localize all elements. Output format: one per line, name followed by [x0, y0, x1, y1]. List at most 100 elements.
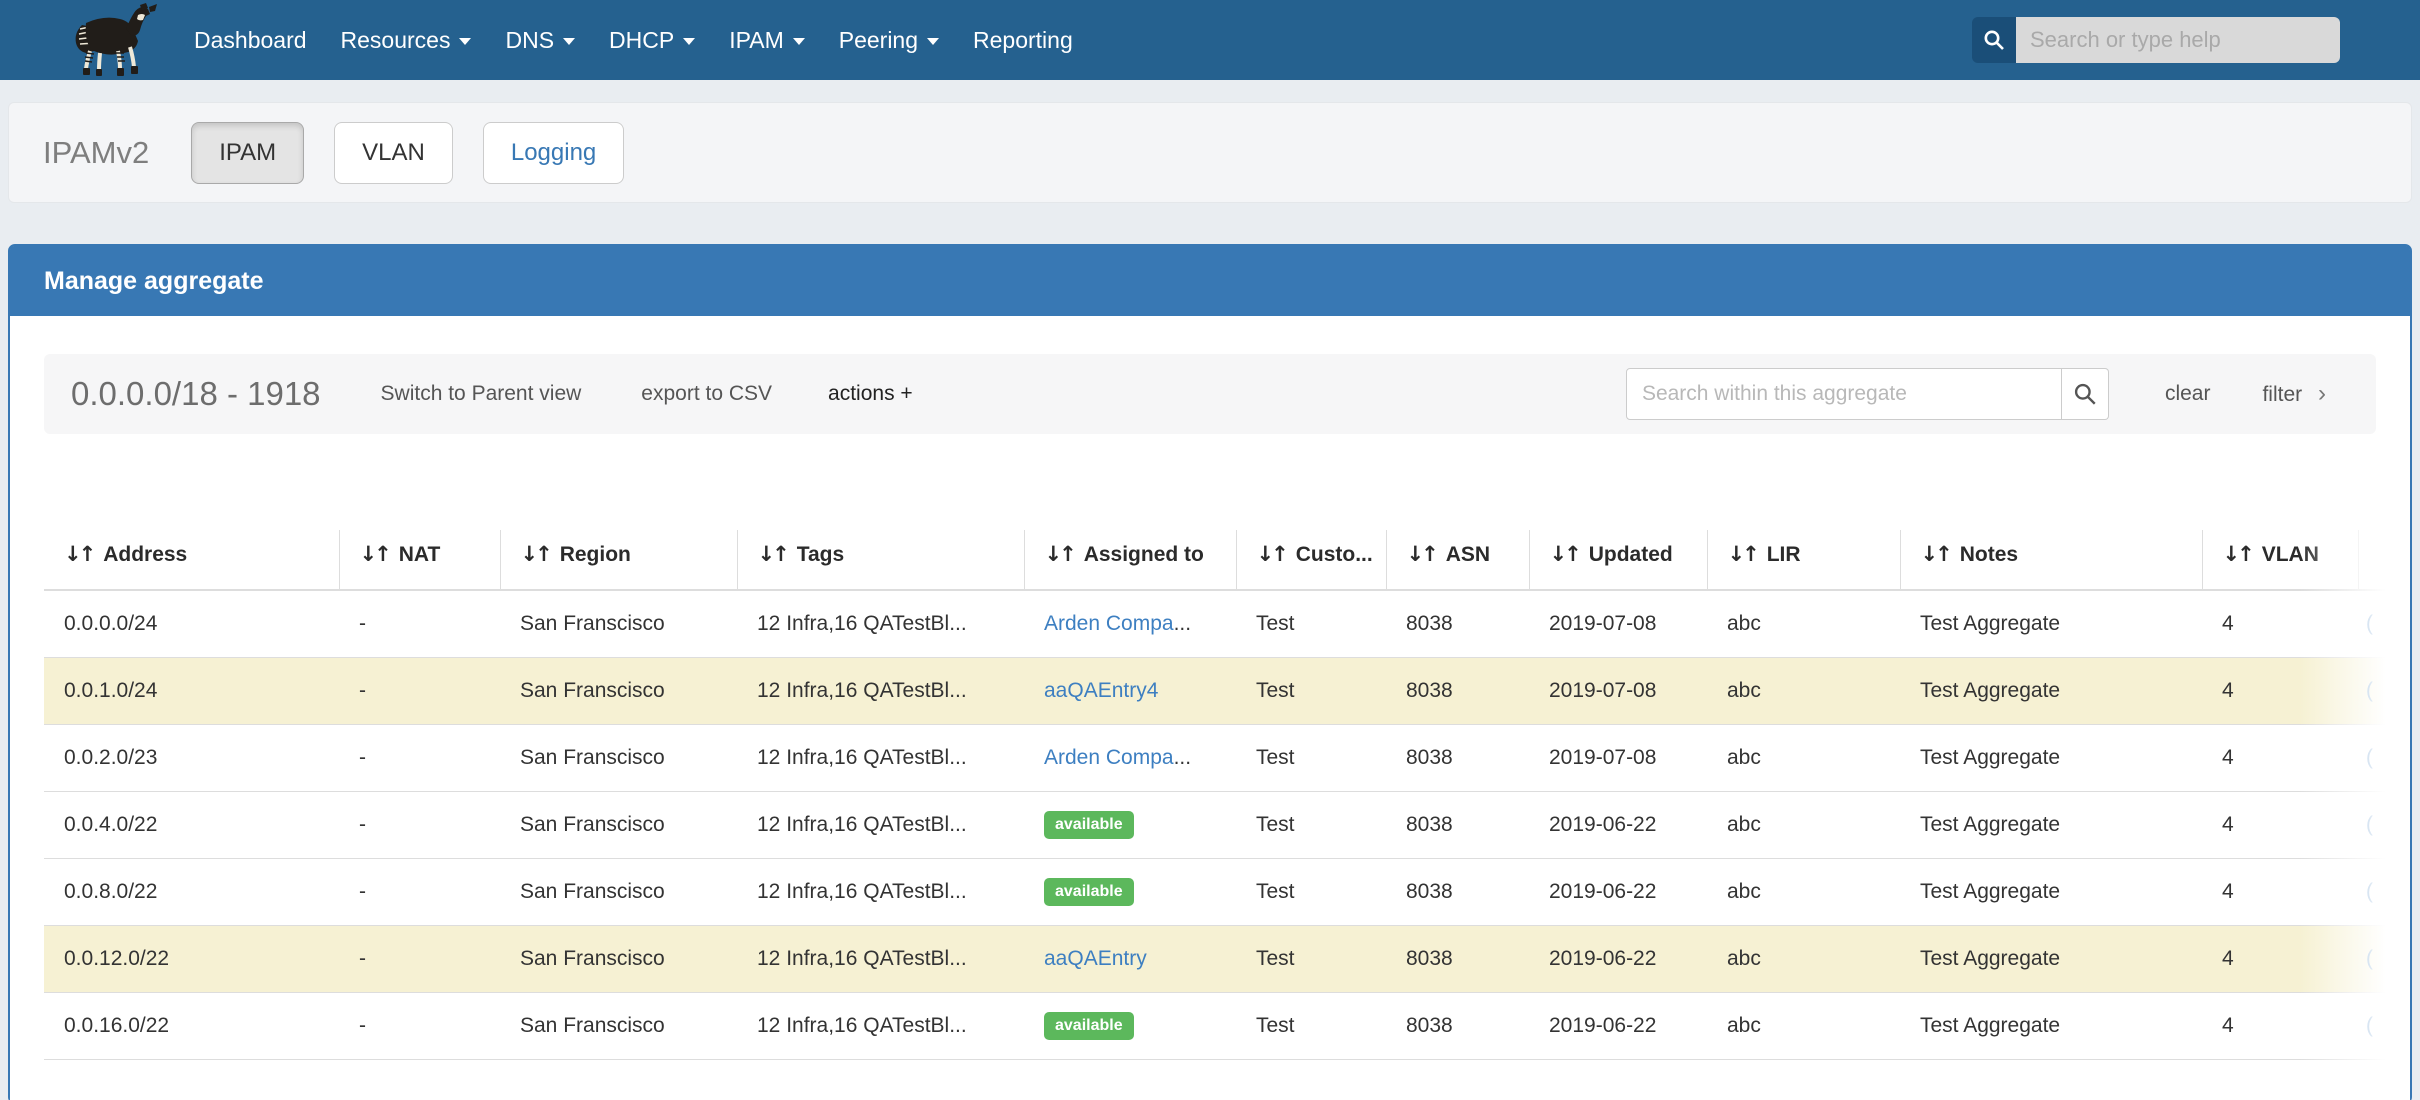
column-header-region[interactable]: ↓↑Region [500, 530, 737, 590]
cell-updated: 2019-07-08 [1529, 657, 1707, 724]
cell-notes: Test Aggregate [1900, 657, 2202, 724]
sort-icon: ↓↑ [1257, 542, 1286, 566]
cell-region: San Franscisco [500, 590, 737, 657]
cell-region: San Franscisco [500, 992, 737, 1059]
column-header-assigned[interactable]: ↓↑Assigned to [1024, 530, 1236, 590]
column-header-lir[interactable]: ↓↑LIR [1707, 530, 1900, 590]
cell-updated: 2019-06-22 [1529, 992, 1707, 1059]
caret-down-icon [459, 38, 471, 45]
clear-link[interactable]: clear [2165, 382, 2211, 406]
cell-updated: 2019-06-22 [1529, 791, 1707, 858]
nav-item-dns[interactable]: DNS [505, 27, 575, 54]
cell-lir: abc [1707, 590, 1900, 657]
clipped-column-fragment: ( [2366, 813, 2373, 836]
cell-vlan: 4 [2202, 590, 2358, 657]
assigned-link[interactable]: aaQAEntry4 [1044, 679, 1158, 702]
table-row[interactable]: 0.0.8.0/22-San Franscisco12 Infra,16 QAT… [44, 858, 2410, 925]
nav-item-label: Peering [839, 27, 918, 54]
filter-link[interactable]: filter › [2262, 380, 2326, 408]
column-header-tags[interactable]: ↓↑Tags [737, 530, 1024, 590]
column-header-address[interactable]: ↓↑Address [44, 530, 339, 590]
cell-nat: - [339, 791, 500, 858]
nav-item-label: Resources [341, 27, 451, 54]
nav-item-dashboard[interactable]: Dashboard [194, 27, 307, 54]
nav-item-resources[interactable]: Resources [341, 27, 472, 54]
clipped-column-fragment: ( [2366, 1014, 2373, 1037]
column-header-asn[interactable]: ↓↑ASN [1386, 530, 1529, 590]
aggregate-search [1626, 368, 2109, 420]
cell-customer: Test [1236, 791, 1386, 858]
caret-down-icon [683, 38, 695, 45]
search-icon[interactable] [1972, 17, 2016, 63]
cell-lir: abc [1707, 724, 1900, 791]
status-badge-available: available [1044, 1012, 1134, 1040]
global-search [1972, 17, 2340, 63]
column-label: Notes [1960, 543, 2018, 566]
cell-vlan: 4 [2202, 925, 2358, 992]
table-row[interactable]: 0.0.1.0/24-San Franscisco12 Infra,16 QAT… [44, 657, 2410, 724]
assigned-link[interactable]: aaQAEntry [1044, 947, 1147, 970]
nav-item-reporting[interactable]: Reporting [973, 27, 1073, 54]
cell-nat: - [339, 590, 500, 657]
table-row[interactable]: 0.0.0.0/24-San Franscisco12 Infra,16 QAT… [44, 590, 2410, 657]
table-row[interactable]: 0.0.2.0/23-San Franscisco12 Infra,16 QAT… [44, 724, 2410, 791]
tab-vlan[interactable]: VLAN [334, 122, 453, 184]
tab-logging[interactable]: Logging [483, 122, 624, 184]
cell-lir: abc [1707, 657, 1900, 724]
column-header-clipped [2358, 530, 2410, 590]
cell-vlan: 4 [2202, 791, 2358, 858]
switch-parent-view-link[interactable]: Switch to Parent view [381, 382, 582, 406]
caret-down-icon [563, 38, 575, 45]
page-title: IPAMv2 [43, 135, 149, 171]
ipam-subheader: IPAMv2 IPAM VLAN Logging [8, 102, 2412, 203]
export-csv-link[interactable]: export to CSV [641, 382, 772, 406]
clipped-column-fragment: ( [2366, 880, 2373, 903]
sort-icon: ↓↑ [2223, 542, 2252, 566]
cell-nat: - [339, 724, 500, 791]
cell-updated: 2019-06-22 [1529, 925, 1707, 992]
clipped-column-fragment: ( [2366, 947, 2373, 970]
cell-region: San Franscisco [500, 858, 737, 925]
tab-ipam[interactable]: IPAM [191, 122, 304, 184]
aggregate-search-input[interactable] [1626, 368, 2062, 420]
cell-assigned: available [1024, 858, 1236, 925]
sort-icon: ↓↑ [64, 542, 93, 566]
aggregate-search-button[interactable] [2062, 368, 2109, 420]
cell-notes: Test Aggregate [1900, 992, 2202, 1059]
sort-icon: ↓↑ [1045, 542, 1074, 566]
cell-tags: 12 Infra,16 QATestBl... [737, 992, 1024, 1059]
table-row[interactable]: 0.0.4.0/22-San Franscisco12 Infra,16 QAT… [44, 791, 2410, 858]
sort-icon: ↓↑ [360, 542, 389, 566]
cell-clipped: ( [2358, 791, 2410, 858]
sort-icon: ↓↑ [521, 542, 550, 566]
cell-clipped: ( [2358, 992, 2410, 1059]
table-row[interactable]: 0.0.12.0/22-San Franscisco12 Infra,16 QA… [44, 925, 2410, 992]
assigned-link[interactable]: Arden Compa [1044, 746, 1174, 769]
actions-menu[interactable]: actions + [828, 382, 913, 406]
cell-clipped: ( [2358, 858, 2410, 925]
cell-clipped: ( [2358, 925, 2410, 992]
cell-lir: abc [1707, 992, 1900, 1059]
assigned-link[interactable]: Arden Compa [1044, 612, 1174, 635]
cell-nat: - [339, 858, 500, 925]
status-badge-available: available [1044, 811, 1134, 839]
table-row[interactable]: 0.0.16.0/22-San Franscisco12 Infra,16 QA… [44, 992, 2410, 1059]
column-header-customer[interactable]: ↓↑Custo... [1236, 530, 1386, 590]
cell-clipped: ( [2358, 724, 2410, 791]
cell-notes: Test Aggregate [1900, 590, 2202, 657]
column-header-updated[interactable]: ↓↑Updated [1529, 530, 1707, 590]
panel-body: 0.0.0.0/18 - 1918 Switch to Parent view … [10, 316, 2410, 1100]
nav-item-dhcp[interactable]: DHCP [609, 27, 695, 54]
nav-item-label: Reporting [973, 27, 1073, 54]
cell-assigned: Arden Compa... [1024, 724, 1236, 791]
global-search-input[interactable] [2016, 17, 2340, 63]
column-header-nat[interactable]: ↓↑NAT [339, 530, 500, 590]
cell-address: 0.0.1.0/24 [44, 657, 339, 724]
column-header-notes[interactable]: ↓↑Notes [1900, 530, 2202, 590]
status-badge-available: available [1044, 878, 1134, 906]
nav-item-ipam[interactable]: IPAM [729, 27, 805, 54]
cell-tags: 12 Infra,16 QATestBl... [737, 791, 1024, 858]
nav-item-peering[interactable]: Peering [839, 27, 939, 54]
cell-lir: abc [1707, 925, 1900, 992]
column-header-vlan[interactable]: ↓↑VLAN [2202, 530, 2358, 590]
